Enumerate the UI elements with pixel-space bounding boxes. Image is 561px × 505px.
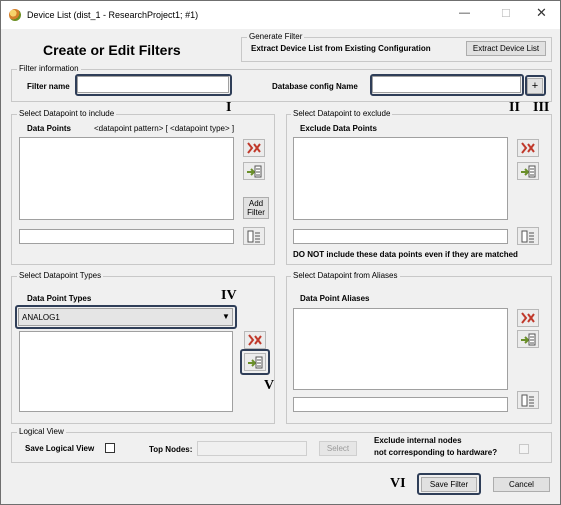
- list-picker-icon: [521, 394, 534, 406]
- filter-information-legend: Filter information: [17, 64, 81, 73]
- highlight-type-select: [15, 305, 237, 329]
- filter-name-label: Filter name: [27, 82, 70, 91]
- types-legend: Select Datapoint Types: [17, 271, 104, 280]
- exclude-internal-label-line2: not corresponding to hardware?: [374, 448, 498, 457]
- highlight-add-button: [525, 75, 546, 96]
- add-to-list-icon: [521, 165, 536, 177]
- generate-filter-legend: Generate Filter: [247, 32, 305, 41]
- data-points-list[interactable]: [19, 137, 234, 220]
- remove-alias-button[interactable]: [517, 309, 539, 327]
- types-heading: Data Point Types: [27, 294, 92, 303]
- list-picker-icon: [521, 230, 534, 242]
- remove-exclude-button[interactable]: [517, 139, 539, 157]
- include-heading: Data Points: [27, 124, 72, 133]
- add-to-list-icon: [247, 165, 262, 177]
- highlight-add-type: [240, 349, 270, 375]
- exclude-legend: Select Datapoint to exclude: [291, 109, 393, 118]
- maximize-icon[interactable]: ☐: [501, 7, 511, 20]
- highlight-db-config: [370, 74, 524, 96]
- logical-view-legend: Logical View: [17, 427, 66, 436]
- remove-icon: [521, 312, 535, 324]
- types-list[interactable]: [19, 331, 233, 412]
- window-title: Device List (dist_1 - ResearchProject1; …: [27, 10, 199, 20]
- title-bar: Device List (dist_1 - ResearchProject1; …: [1, 1, 560, 29]
- exclude-data-points-list[interactable]: [293, 137, 508, 220]
- close-icon[interactable]: ✕: [536, 5, 547, 21]
- select-top-nodes-button[interactable]: Select: [319, 441, 357, 456]
- include-picker-button[interactable]: [243, 227, 265, 245]
- aliases-heading: Data Point Aliases: [300, 294, 370, 303]
- annotation-v: V: [264, 378, 275, 393]
- remove-icon: [247, 142, 261, 154]
- remove-type-button[interactable]: [244, 331, 266, 349]
- annotation-vi: VI: [390, 476, 406, 491]
- top-nodes-input[interactable]: [197, 441, 307, 456]
- exclude-pattern-input[interactable]: [293, 229, 508, 244]
- exclude-picker-button[interactable]: [517, 227, 539, 245]
- add-to-list-include-button[interactable]: [243, 162, 265, 180]
- save-logical-view-label: Save Logical View: [25, 444, 95, 453]
- app-icon: [9, 9, 21, 21]
- pattern-hint: <datapoint pattern> [ <datapoint type> ]: [94, 124, 235, 133]
- exclude-internal-checkbox[interactable]: [519, 444, 529, 454]
- page-title: Create or Edit Filters: [43, 42, 181, 58]
- exclude-note: DO NOT include these data points even if…: [293, 250, 518, 259]
- aliases-list[interactable]: [293, 308, 508, 390]
- db-config-label: Database config Name: [272, 82, 358, 91]
- aliases-legend: Select Datapoint from Aliases: [291, 271, 400, 280]
- list-picker-icon: [247, 230, 260, 242]
- remove-icon: [248, 334, 262, 346]
- save-logical-view-checkbox[interactable]: [105, 443, 115, 453]
- add-filter-button[interactable]: Add Filter: [243, 197, 269, 219]
- add-to-list-icon: [521, 333, 536, 345]
- remove-include-button[interactable]: [243, 139, 265, 157]
- generate-filter-description: Extract Device List from Existing Config…: [251, 44, 431, 53]
- extract-device-list-button[interactable]: Extract Device List: [466, 41, 546, 56]
- alias-picker-button[interactable]: [517, 391, 539, 409]
- minimize-icon[interactable]: —: [459, 7, 470, 19]
- cancel-button[interactable]: Cancel: [493, 477, 550, 492]
- alias-pattern-input[interactable]: [293, 397, 508, 412]
- top-nodes-label: Top Nodes:: [149, 445, 193, 454]
- add-alias-button[interactable]: [517, 330, 539, 348]
- highlight-save-filter: [417, 473, 481, 495]
- exclude-internal-label-line1: Exclude internal nodes: [374, 436, 462, 445]
- exclude-heading: Exclude Data Points: [300, 124, 377, 133]
- include-legend: Select Datapoint to include: [17, 109, 117, 118]
- remove-icon: [521, 142, 535, 154]
- add-to-list-exclude-button[interactable]: [517, 162, 539, 180]
- annotation-iv: IV: [221, 288, 237, 303]
- device-list-window: Device List (dist_1 - ResearchProject1; …: [0, 0, 561, 505]
- include-pattern-input[interactable]: [19, 229, 234, 244]
- highlight-filter-name: [75, 74, 232, 96]
